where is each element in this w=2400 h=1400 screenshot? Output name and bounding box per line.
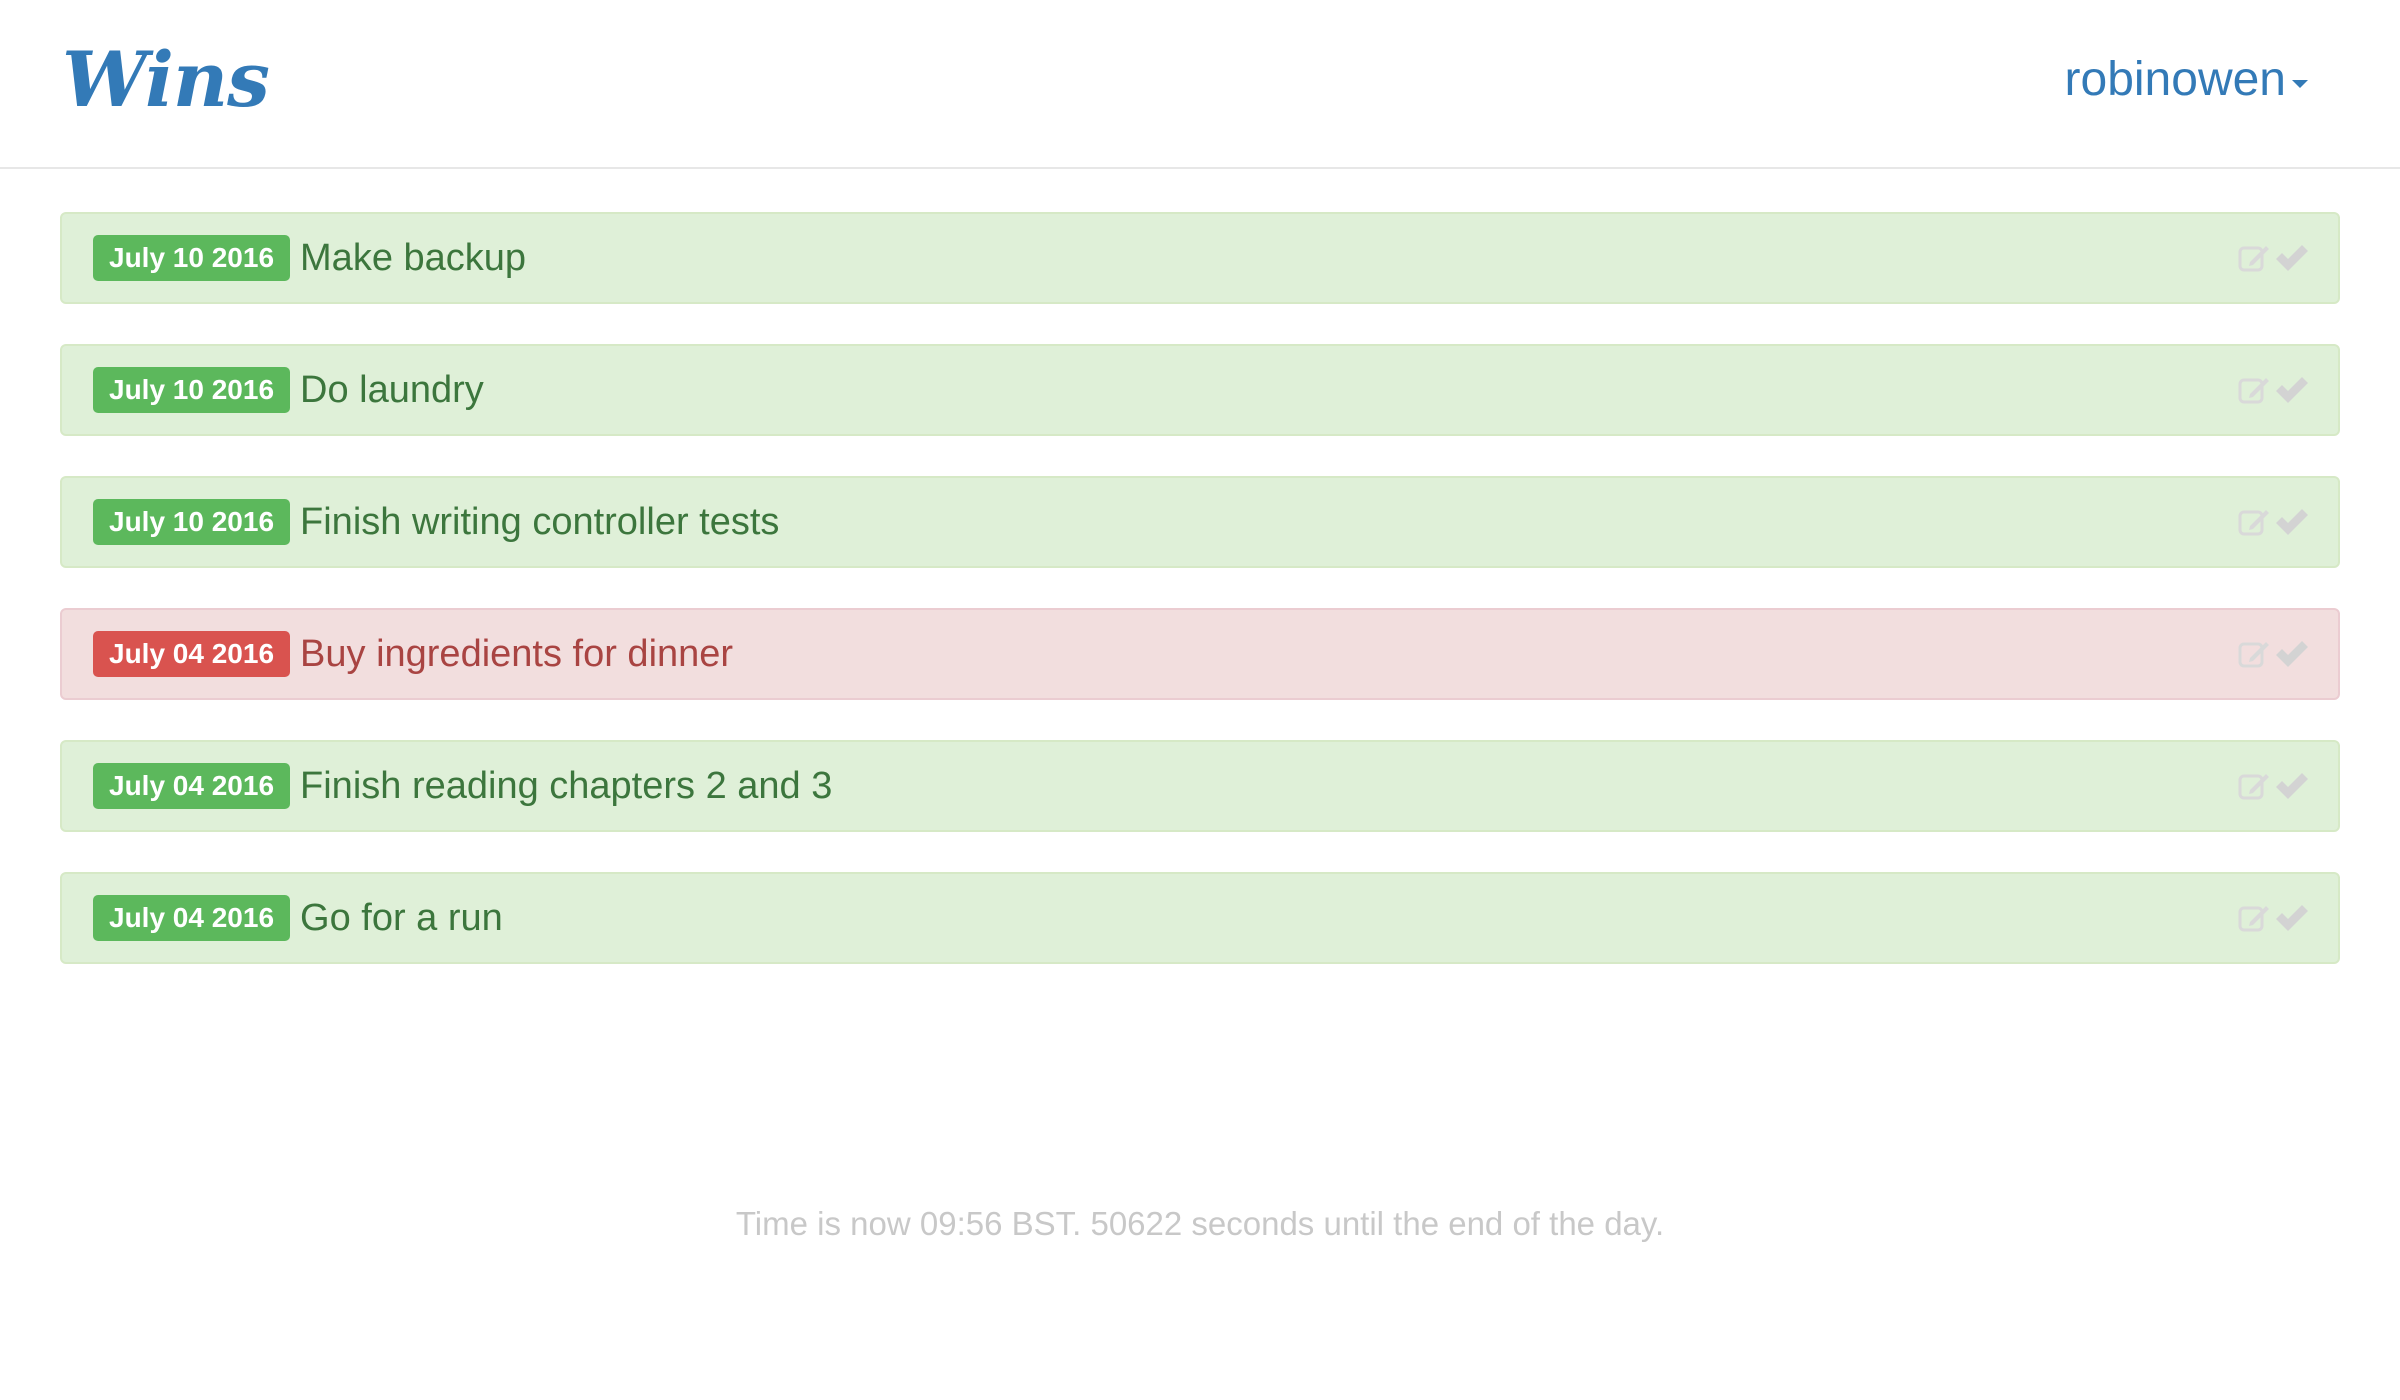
checkmark-icon[interactable] [2274, 632, 2310, 676]
checkmark-icon[interactable] [2274, 896, 2310, 940]
caret-down-icon [2292, 80, 2308, 88]
edit-icon[interactable] [2236, 236, 2272, 280]
item-actions [2236, 236, 2310, 280]
item-actions [2236, 500, 2310, 544]
item-actions [2236, 368, 2310, 412]
date-badge: July 04 2016 [93, 631, 291, 677]
navbar: Wins robinowen [0, 0, 2400, 169]
edit-icon[interactable] [2236, 764, 2272, 808]
item-actions [2236, 632, 2310, 676]
list-item: July 04 2016 Buy ingredients for dinner [60, 608, 2340, 700]
item-title: Buy ingredients for dinner [300, 632, 734, 675]
item-title: Make backup [300, 236, 527, 279]
item-actions [2236, 896, 2310, 940]
item-actions [2236, 764, 2310, 808]
item-title: Go for a run [300, 896, 503, 939]
item-title: Finish writing controller tests [300, 500, 780, 543]
date-badge: July 04 2016 [93, 895, 291, 941]
username-label: robinowen [2064, 53, 2286, 106]
edit-icon[interactable] [2236, 632, 2272, 676]
list-item: July 10 2016 Finish writing controller t… [60, 476, 2340, 568]
checkmark-icon[interactable] [2274, 236, 2310, 280]
edit-icon[interactable] [2236, 368, 2272, 412]
checkmark-icon[interactable] [2274, 764, 2310, 808]
list-item: July 04 2016 Finish reading chapters 2 a… [60, 740, 2340, 832]
date-badge: July 10 2016 [93, 499, 291, 545]
item-title: Do laundry [300, 368, 484, 411]
checkmark-icon[interactable] [2274, 368, 2310, 412]
checkmark-icon[interactable] [2274, 500, 2310, 544]
brand-logo[interactable]: Wins [62, 30, 270, 130]
footer-status-text: Time is now 09:56 BST. 50622 seconds unt… [735, 1205, 1665, 1242]
list-item: July 10 2016 Do laundry [60, 344, 2340, 436]
wins-list: July 10 2016 Make backup July 10 2016 Do… [60, 212, 2340, 1004]
edit-icon[interactable] [2236, 500, 2272, 544]
date-badge: July 10 2016 [93, 235, 291, 281]
date-badge: July 04 2016 [93, 763, 291, 809]
list-item: July 10 2016 Make backup [60, 212, 2340, 304]
item-title: Finish reading chapters 2 and 3 [300, 764, 833, 807]
date-badge: July 10 2016 [93, 367, 291, 413]
edit-icon[interactable] [2236, 896, 2272, 940]
list-item: July 04 2016 Go for a run [60, 872, 2340, 964]
user-menu-dropdown[interactable]: robinowen [2065, 48, 2308, 112]
